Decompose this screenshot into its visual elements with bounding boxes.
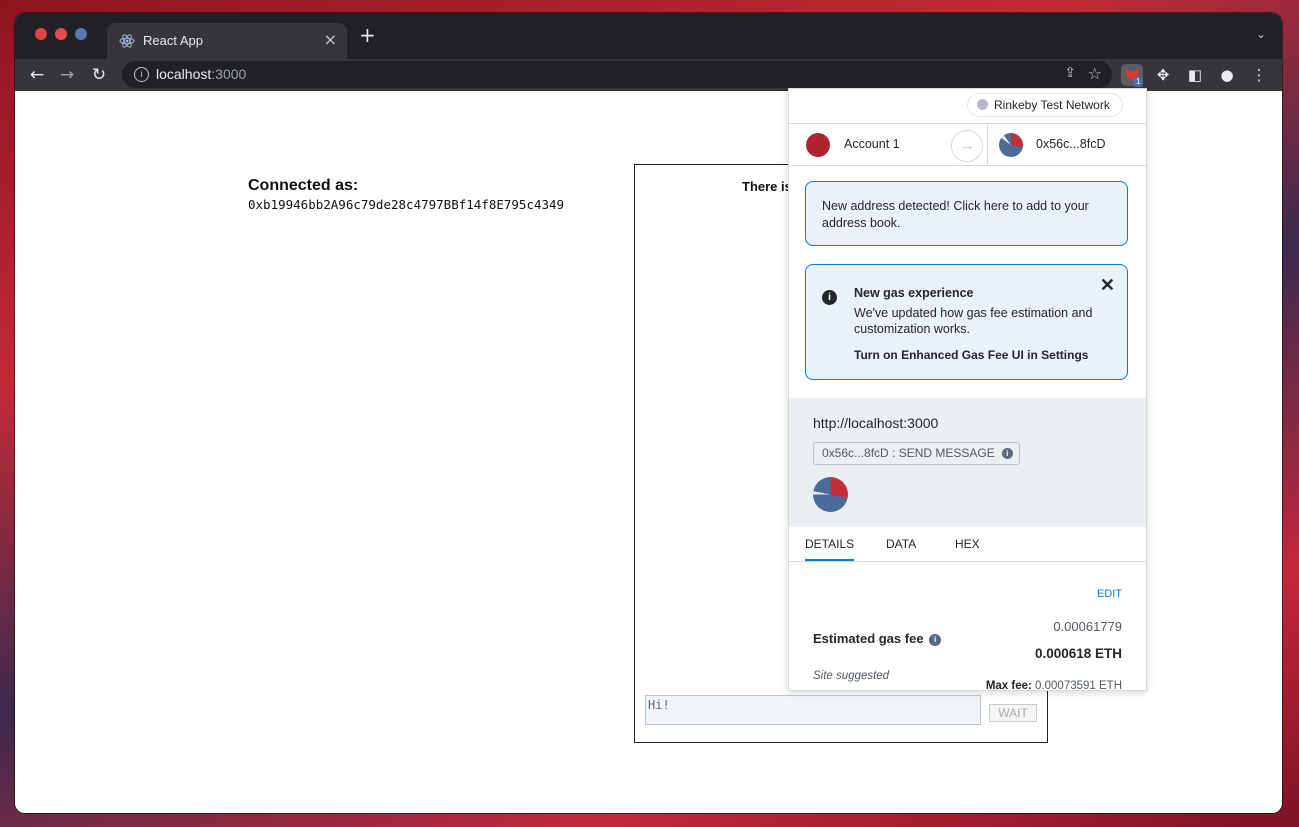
profile-icon[interactable]: ● <box>1215 63 1239 87</box>
url-host: localhost <box>156 66 212 82</box>
tab-data[interactable]: DATA <box>886 537 916 551</box>
more-menu-icon[interactable]: ⋮ <box>1247 63 1271 87</box>
info-icon: i <box>822 290 837 305</box>
account-transfer-bar: Account 1 → 0x56c...8fcD <box>789 123 1146 166</box>
bookmark-star-icon[interactable]: ☆ <box>1088 64 1102 83</box>
close-window-button[interactable] <box>35 28 47 40</box>
url-port: :3000 <box>211 66 247 82</box>
connected-address: 0xb19946bb2A96c79de28c4797BBf14f8E795c43… <box>248 197 565 212</box>
to-avatar <box>999 133 1023 157</box>
tab-details[interactable]: DETAILS <box>805 537 855 561</box>
from-account-name: Account 1 <box>844 137 900 151</box>
from-account[interactable]: Account 1 <box>789 124 959 165</box>
gas-notice-title: New gas experience <box>854 286 974 300</box>
to-account[interactable]: 0x56c...8fcD <box>987 124 1146 165</box>
origin-url: http://localhost:3000 <box>813 415 939 431</box>
tab-strip: React App × + ⌄ <box>15 13 1282 59</box>
connected-as-heading: Connected as: <box>248 177 359 194</box>
extensions-puzzle-icon[interactable]: ✥ <box>1151 63 1175 87</box>
site-suggested-label: Site suggested <box>813 670 890 682</box>
url-text[interactable]: localhost:3000 <box>156 66 246 82</box>
send-button[interactable]: WAIT <box>989 704 1037 722</box>
address-bar[interactable]: i localhost:3000 ⇪ ☆ <box>122 61 1112 88</box>
share-icon[interactable]: ⇪ <box>1064 65 1076 81</box>
network-name: Rinkeby Test Network <box>994 98 1110 112</box>
max-fee-value: 0.00073591 ETH <box>1035 680 1122 691</box>
edit-button[interactable]: EDIT <box>1097 588 1122 600</box>
estimated-gas-fee-label: Estimated gas fee i <box>813 631 942 646</box>
fee-primary-value: 0.000618 ETH <box>1034 646 1122 661</box>
side-panel-icon[interactable]: ◧ <box>1183 63 1207 87</box>
site-info-icon[interactable]: i <box>134 67 149 82</box>
new-address-notice[interactable]: New address detected! Click here to add … <box>805 181 1128 246</box>
new-tab-button[interactable]: + <box>359 25 376 45</box>
fee-label-text: Estimated gas fee <box>813 631 924 646</box>
browser-window: React App × + ⌄ ← → ↻ i localhost:3000 ⇪… <box>15 13 1282 813</box>
chat-header: There is <box>742 179 792 194</box>
info-icon[interactable]: i <box>1001 448 1013 459</box>
network-selector[interactable]: Rinkeby Test Network <box>967 93 1123 117</box>
contract-avatar <box>813 477 848 512</box>
tab-react-app[interactable]: React App × <box>107 23 347 59</box>
origin-panel: http://localhost:3000 0x56c...8fcD : SEN… <box>789 398 1146 527</box>
transaction-tabs: DETAILS DATA HEX <box>789 527 1146 562</box>
method-chip-label: 0x56c...8fcD : SEND MESSAGE <box>822 446 995 460</box>
browser-toolbar: ← → ↻ i localhost:3000 ⇪ ☆ 1 ✥ ◧ ● ⋮ <box>15 59 1282 91</box>
zoom-window-button[interactable] <box>75 28 87 40</box>
gas-notice-body: We've updated how gas fee estimation and… <box>854 306 1093 336</box>
to-account-name: 0x56c...8fcD <box>1036 137 1106 151</box>
max-fee-label: Max fee: <box>985 680 1032 691</box>
gas-experience-notice: i New gas experience We've updated how g… <box>805 264 1128 380</box>
method-chip: 0x56c...8fcD : SEND MESSAGE i <box>813 442 1020 465</box>
metamask-extension-icon[interactable]: 1 <box>1121 64 1144 87</box>
react-icon <box>119 34 135 48</box>
max-fee: Max fee: 0.00073591 ETH <box>985 680 1122 691</box>
message-input[interactable]: Hi! <box>645 695 981 725</box>
back-arrow-icon[interactable]: ← <box>25 63 49 87</box>
forward-arrow-icon[interactable]: → <box>55 63 79 87</box>
arrow-right-icon: → <box>951 130 983 162</box>
extension-badge: 1 <box>1133 77 1144 87</box>
from-avatar <box>806 133 830 157</box>
reload-icon[interactable]: ↻ <box>87 63 111 87</box>
info-icon[interactable]: i <box>929 634 942 646</box>
fee-secondary-value: 0.00061779 <box>1053 619 1122 634</box>
tab-title: React App <box>143 33 203 48</box>
tab-search-chevron-icon[interactable]: ⌄ <box>1256 27 1266 41</box>
network-dot-icon <box>977 99 988 110</box>
close-icon[interactable]: ✕ <box>1100 275 1115 296</box>
minimize-window-button[interactable] <box>55 28 67 40</box>
tab-hex[interactable]: HEX <box>955 537 980 551</box>
tab-close-icon[interactable]: × <box>324 30 337 49</box>
enable-gas-ui-link[interactable]: Turn on Enhanced Gas Fee UI in Settings <box>854 348 1088 362</box>
metamask-popup: Rinkeby Test Network Account 1 → 0x56c..… <box>788 88 1147 691</box>
